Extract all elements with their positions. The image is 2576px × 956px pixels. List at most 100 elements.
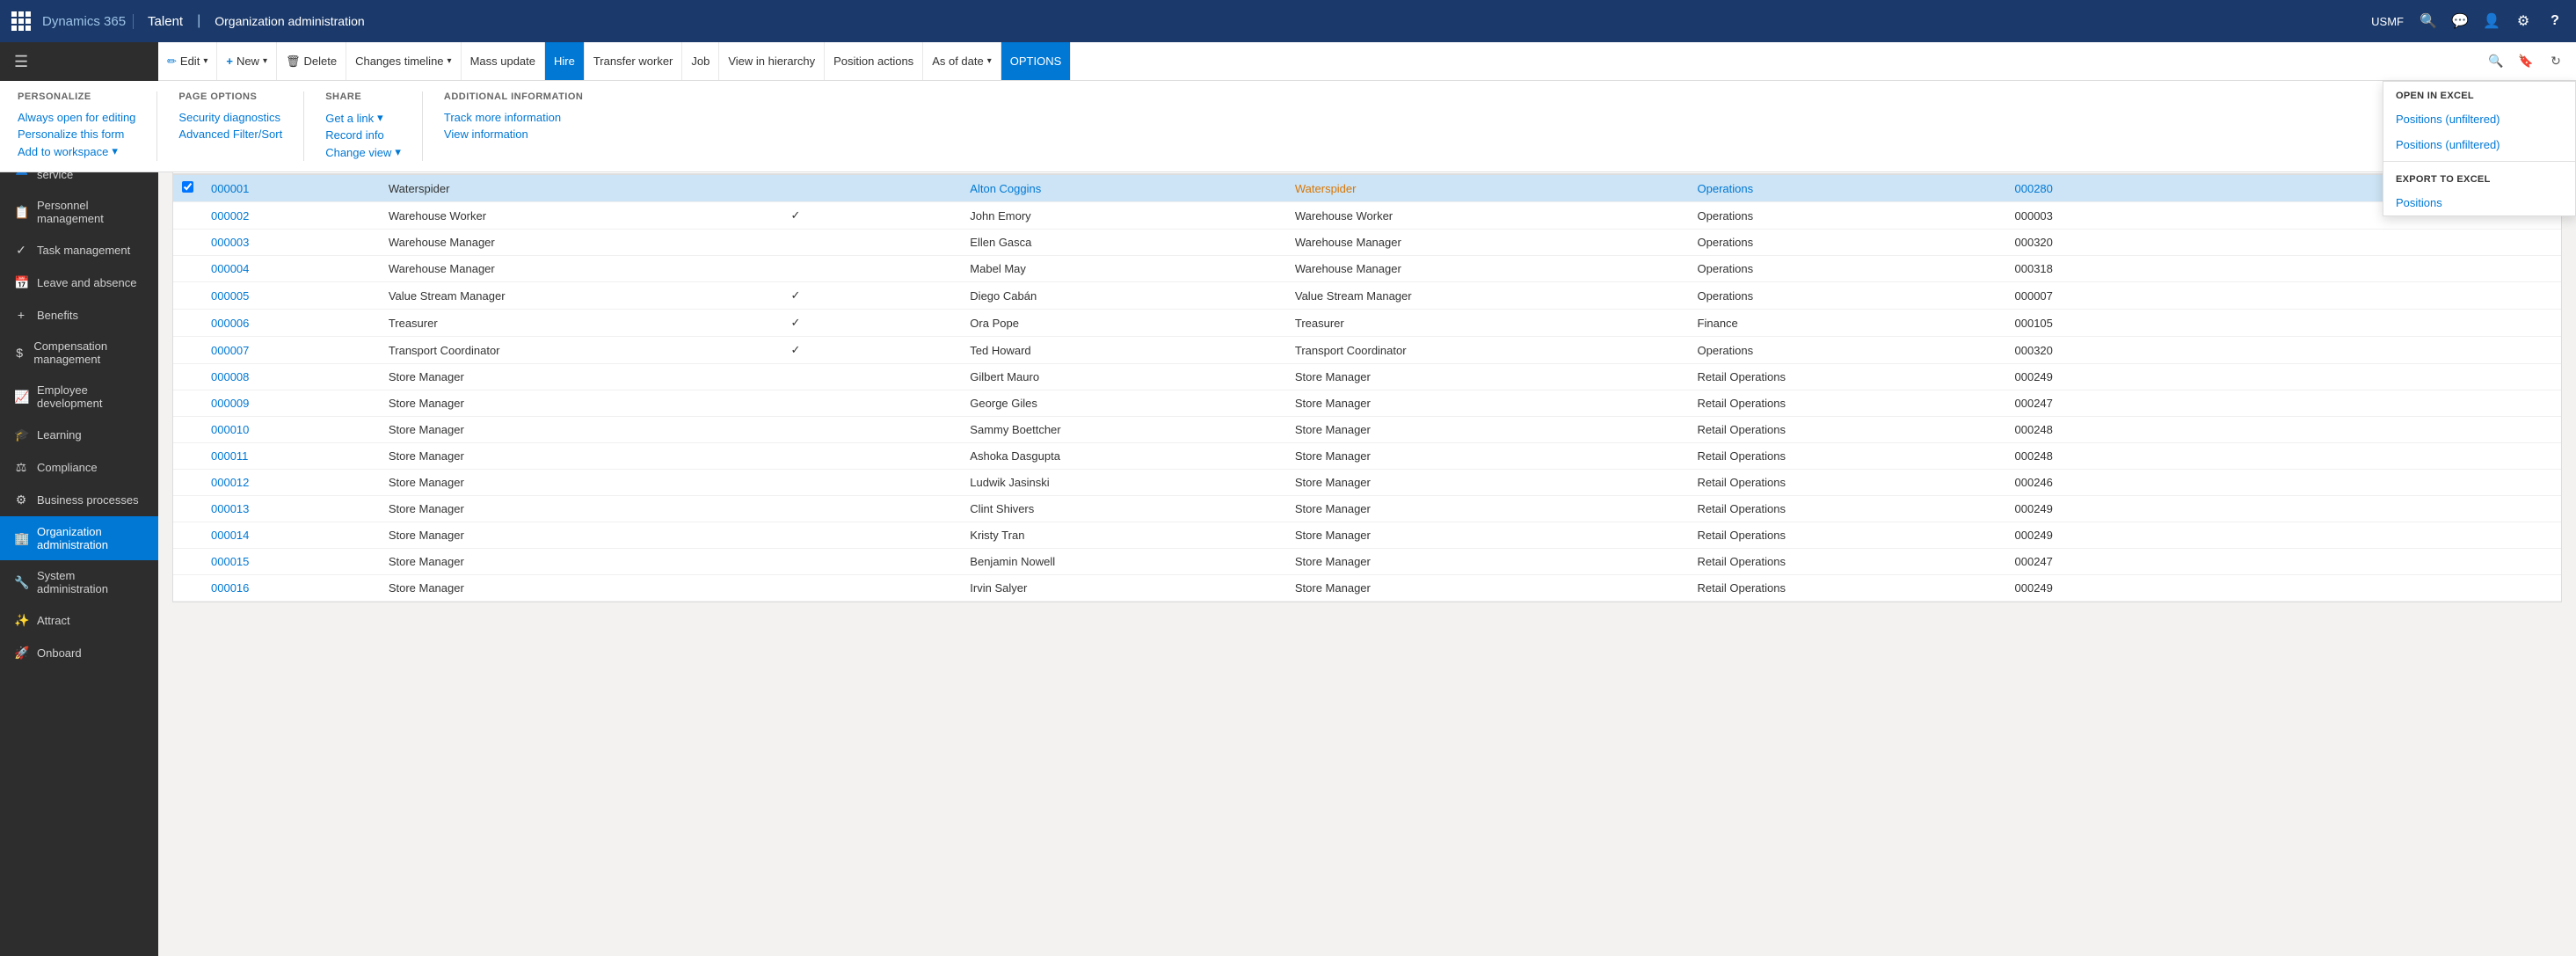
table-row[interactable]: 000012Store ManagerLudwik JasinskiStore … <box>173 470 2561 496</box>
successor-cell <box>2348 364 2561 390</box>
sidebar-item-onboard[interactable]: 🚀 Onboard <box>0 637 158 669</box>
department-cell: Operations <box>1689 337 2006 364</box>
table-row[interactable]: 000009Store ManagerGeorge GilesStore Man… <box>173 390 2561 417</box>
table-row[interactable]: 000002Warehouse Worker✓John EmoryWarehou… <box>173 202 2561 230</box>
search-nav-button[interactable]: 🔍 <box>2414 7 2442 35</box>
job-button[interactable]: Job <box>682 42 719 80</box>
sidebar-item-leave-and-absence[interactable]: 📅 Leave and absence <box>0 266 158 299</box>
row-checkbox[interactable] <box>182 181 193 193</box>
options-button[interactable]: OPTIONS <box>1001 42 1072 80</box>
position-cell[interactable]: 000004 <box>202 256 380 282</box>
table-row[interactable]: 000006Treasurer✓Ora PopeTreasurerFinance… <box>173 310 2561 337</box>
position-cell[interactable]: 000006 <box>202 310 380 337</box>
sidebar-item-benefits[interactable]: + Benefits <box>0 299 158 331</box>
table-row[interactable]: 000016Store ManagerIrvin SalyerStore Man… <box>173 575 2561 602</box>
table-row[interactable]: 000001WaterspiderAlton CogginsWaterspide… <box>173 174 2561 202</box>
record-info-link[interactable]: Record info <box>325 127 401 143</box>
position-cell[interactable]: 000002 <box>202 202 380 230</box>
position-actions-button[interactable]: Position actions <box>825 42 923 80</box>
position-cell[interactable]: 000008 <box>202 364 380 390</box>
table-row[interactable]: 000008Store ManagerGilbert MauroStore Ma… <box>173 364 2561 390</box>
sidebar-item-employee-development[interactable]: 📈 Employee development <box>0 375 158 419</box>
job-cell: Warehouse Worker <box>1286 202 1689 230</box>
refresh-icon[interactable]: ↻ <box>2543 48 2569 75</box>
department-cell: Retail Operations <box>1689 522 2006 549</box>
position-cell[interactable]: 000013 <box>202 496 380 522</box>
view-in-hierarchy-button[interactable]: View in hierarchy <box>719 42 825 80</box>
job-cell[interactable]: Waterspider <box>1286 174 1689 202</box>
sidebar-item-organization-administration[interactable]: 🏢 Organization administration <box>0 516 158 560</box>
table-row[interactable]: 000011Store ManagerAshoka DasguptaStore … <box>173 443 2561 470</box>
search-filter-icon[interactable]: 🔍 <box>2483 48 2509 75</box>
critical-cell: ✓ <box>782 202 961 230</box>
position-cell[interactable]: 000012 <box>202 470 380 496</box>
positions-export-item[interactable]: Positions <box>2383 190 2575 215</box>
sidebar-item-learning[interactable]: 🎓 Learning <box>0 419 158 451</box>
position-cell[interactable]: 000011 <box>202 443 380 470</box>
critical-cell <box>782 390 961 417</box>
sidebar-item-personnel-management[interactable]: 📋 Personnel management <box>0 190 158 234</box>
sidebar-item-task-management[interactable]: ✓ Task management <box>0 234 158 266</box>
change-view-link[interactable]: Change view ▾ <box>325 143 401 161</box>
positions-unfiltered-2-item[interactable]: Positions (unfiltered) <box>2383 132 2575 157</box>
positions-unfiltered-1-item[interactable]: Positions (unfiltered) <box>2383 106 2575 132</box>
sidebar-toggle-button[interactable]: ☰ <box>0 42 158 82</box>
advanced-filter-link[interactable]: Advanced Filter/Sort <box>178 126 282 142</box>
position-cell[interactable]: 000003 <box>202 230 380 256</box>
help-button[interactable]: ? <box>2541 7 2569 35</box>
security-diagnostics-link[interactable]: Security diagnostics <box>178 109 282 126</box>
edit-button[interactable]: ✏ Edit ▾ <box>158 42 217 80</box>
sidebar-item-business-processes[interactable]: ⚙ Business processes <box>0 484 158 516</box>
mass-update-button[interactable]: Mass update <box>462 42 545 80</box>
successor-cell <box>2348 443 2561 470</box>
table-row[interactable]: 000015Store ManagerBenjamin NowellStore … <box>173 549 2561 575</box>
track-more-info-link[interactable]: Track more information <box>444 109 583 126</box>
delete-button[interactable]: 🗑 Delete <box>277 42 346 80</box>
table-row[interactable]: 000010Store ManagerSammy BoettcherStore … <box>173 417 2561 443</box>
critical-cell: ✓ <box>782 282 961 310</box>
reports-to-cell: 000248 <box>2006 417 2349 443</box>
sidebar-item-compensation-management[interactable]: $ Compensation management <box>0 331 158 375</box>
position-cell[interactable]: 000005 <box>202 282 380 310</box>
sidebar-item-system-administration[interactable]: 🔧 System administration <box>0 560 158 604</box>
table-row[interactable]: 000013Store ManagerClint ShiversStore Ma… <box>173 496 2561 522</box>
settings-button[interactable]: ⚙ <box>2509 7 2537 35</box>
business-processes-icon: ⚙ <box>14 493 28 507</box>
position-cell[interactable]: 000010 <box>202 417 380 443</box>
app-grid-button[interactable] <box>7 7 35 35</box>
reports-to-cell: 000246 <box>2006 470 2349 496</box>
job-cell: Store Manager <box>1286 575 1689 602</box>
position-cell[interactable]: 000001 <box>202 174 380 202</box>
sidebar-item-compliance[interactable]: ⚖ Compliance <box>0 451 158 484</box>
table-row[interactable]: 000003Warehouse ManagerEllen GascaWareho… <box>173 230 2561 256</box>
table-row[interactable]: 000005Value Stream Manager✓Diego CabánVa… <box>173 282 2561 310</box>
sidebar-item-attract[interactable]: ✨ Attract <box>0 604 158 637</box>
transfer-worker-button[interactable]: Transfer worker <box>585 42 683 80</box>
worker-cell[interactable]: Alton Coggins <box>961 174 1286 202</box>
changes-timeline-button[interactable]: Changes timeline ▾ <box>346 42 461 80</box>
description-cell: Warehouse Worker <box>380 202 782 230</box>
job-cell: Store Manager <box>1286 496 1689 522</box>
get-link-link[interactable]: Get a link ▾ <box>325 109 401 127</box>
reports-to-cell: 000249 <box>2006 496 2349 522</box>
department-cell[interactable]: Operations <box>1689 174 2006 202</box>
reports-to-cell[interactable]: 000280 <box>2006 174 2349 202</box>
bookmark-icon[interactable]: 🔖 <box>2513 48 2539 75</box>
critical-cell <box>782 364 961 390</box>
hire-button[interactable]: Hire <box>545 42 585 80</box>
new-button[interactable]: + New ▾ <box>217 42 277 80</box>
position-cell[interactable]: 000016 <box>202 575 380 602</box>
chat-button[interactable]: 💬 <box>2446 7 2474 35</box>
critical-cell <box>782 522 961 549</box>
table-row[interactable]: 000007Transport Coordinator✓Ted HowardTr… <box>173 337 2561 364</box>
table-row[interactable]: 000004Warehouse ManagerMabel MayWarehous… <box>173 256 2561 282</box>
table-row[interactable]: 000014Store ManagerKristy TranStore Mana… <box>173 522 2561 549</box>
job-cell: Store Manager <box>1286 549 1689 575</box>
position-cell[interactable]: 000014 <box>202 522 380 549</box>
position-cell[interactable]: 000007 <box>202 337 380 364</box>
position-cell[interactable]: 000015 <box>202 549 380 575</box>
position-cell[interactable]: 000009 <box>202 390 380 417</box>
view-information-link[interactable]: View information <box>444 126 583 142</box>
person-button[interactable]: 👤 <box>2478 7 2506 35</box>
as-of-date-button[interactable]: As of date ▾ <box>923 42 1001 80</box>
